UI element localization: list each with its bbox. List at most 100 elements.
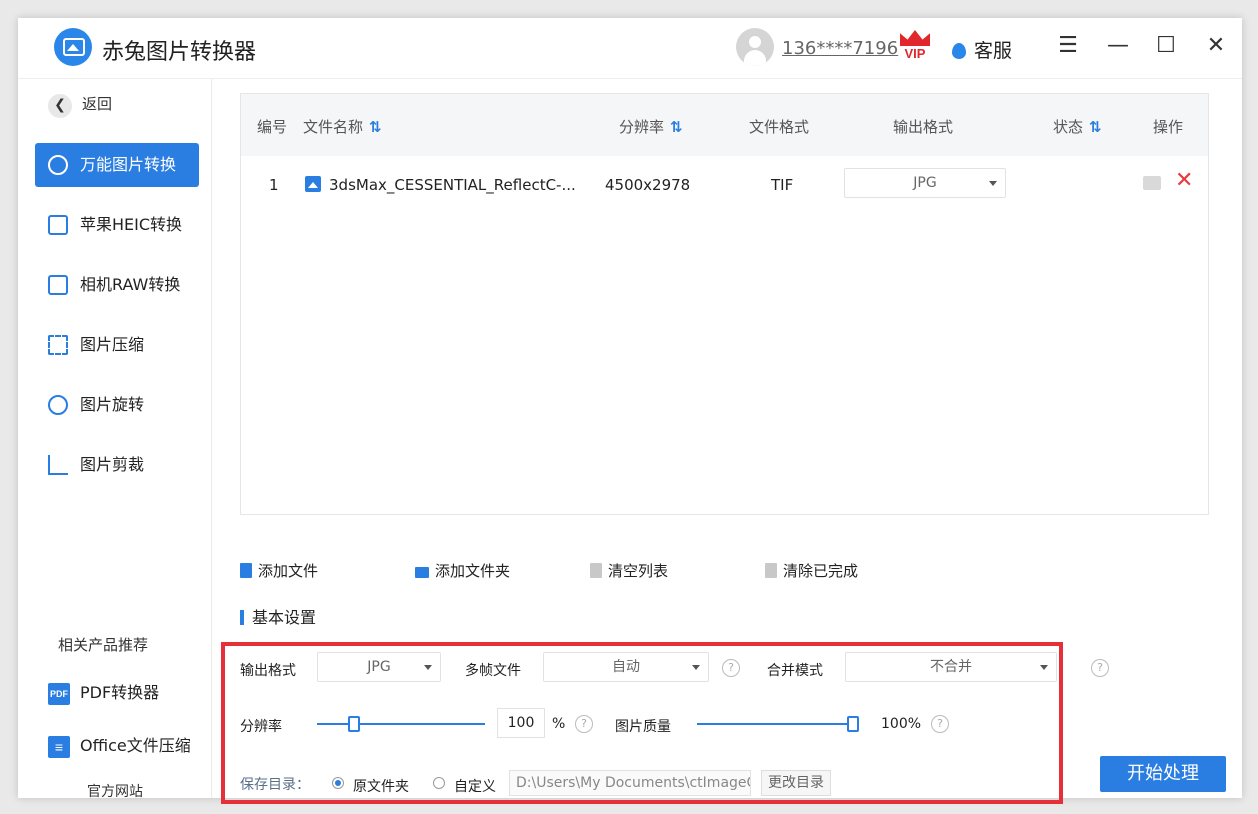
merge-mode-select[interactable]: 不合并 xyxy=(845,652,1057,682)
app-window: 赤兔图片转换器 136****7196 VIP 客服 ☰ — ☐ ✕ ❮ 返回 万… xyxy=(18,18,1242,804)
office-icon: ≡ xyxy=(48,735,70,758)
save-path-input[interactable]: D:\Users\My Documents\ctImageC xyxy=(509,770,751,796)
rotate-icon xyxy=(48,395,68,415)
folder-icon xyxy=(415,567,429,578)
table-row[interactable]: 1 3dsMax_CESSENTIAL_ReflectC-... 4500x29… xyxy=(241,156,1208,214)
resolution-input[interactable]: 100 xyxy=(497,708,545,738)
broom-icon xyxy=(765,563,777,578)
add-file-button[interactable]: 添加文件 xyxy=(240,560,318,581)
merge-mode-label: 合并模式 xyxy=(767,663,823,679)
sidebar-item-label: 图片压缩 xyxy=(80,335,145,354)
resolution-label: 分辨率 xyxy=(240,719,282,735)
maximize-button[interactable]: ☐ xyxy=(1154,34,1178,58)
menu-icon[interactable]: ☰ xyxy=(1056,34,1080,58)
header-output: 输出格式 xyxy=(893,118,954,136)
sidebar: ❮ 返回 万能图片转换 苹果HEIC转换 相机RAW转换 图片压缩 图片旋转 图片… xyxy=(18,79,212,801)
delete-icon[interactable]: ✕ xyxy=(1175,168,1193,193)
raw-icon xyxy=(48,275,68,295)
row-index: 1 xyxy=(269,176,279,194)
sidebar-item-rotate[interactable]: 图片旋转 xyxy=(35,383,199,427)
minimize-button[interactable]: — xyxy=(1106,34,1130,58)
main-content: 编号 文件名称 ⇅ 分辨率 ⇅ 文件格式 输出格式 状态 ⇅ 操作 1 3dsMax_… xyxy=(212,79,1242,804)
official-site-link[interactable]: 官方网站 xyxy=(87,781,143,801)
vip-label: VIP xyxy=(904,46,926,61)
office-compress-link[interactable]: ≡ Office文件压缩 xyxy=(48,732,191,758)
open-folder-icon[interactable] xyxy=(1143,176,1161,190)
chevron-down-icon xyxy=(1040,665,1048,670)
sidebar-item-compress[interactable]: 图片压缩 xyxy=(35,323,199,367)
service-icon xyxy=(952,43,966,59)
sort-icon: ⇅ xyxy=(670,118,683,136)
sort-icon: ⇅ xyxy=(1089,118,1102,136)
resolution-slider[interactable] xyxy=(317,716,485,732)
change-dir-button[interactable]: 更改目录 xyxy=(761,770,831,796)
add-folder-button[interactable]: 添加文件夹 xyxy=(415,560,510,581)
sidebar-item-crop[interactable]: 图片剪裁 xyxy=(35,443,199,487)
quality-slider-thumb[interactable] xyxy=(847,716,859,732)
multiframe-select[interactable]: 自动 xyxy=(543,652,709,682)
product-label: Office文件压缩 xyxy=(80,736,191,755)
back-label: 返回 xyxy=(82,95,113,113)
user-phone-link[interactable]: 136****7196 xyxy=(782,38,898,59)
clear-list-button[interactable]: 清空列表 xyxy=(590,560,668,581)
header-actions: 操作 xyxy=(1153,118,1184,136)
vip-badge[interactable]: VIP xyxy=(898,30,932,64)
customer-service-button[interactable]: 客服 xyxy=(952,36,1012,63)
pdf-converter-link[interactable]: PDF PDF转换器 xyxy=(48,679,159,705)
title-bar: 赤兔图片转换器 136****7196 VIP 客服 ☰ — ☐ ✕ xyxy=(18,18,1242,79)
image-file-icon xyxy=(305,176,321,192)
save-dir-label: 保存目录： xyxy=(240,777,310,793)
crop-icon xyxy=(48,455,68,475)
product-label: PDF转换器 xyxy=(80,683,160,702)
header-format: 文件格式 xyxy=(749,118,810,136)
resolution-unit: % xyxy=(552,716,566,732)
sidebar-item-heic[interactable]: 苹果HEIC转换 xyxy=(35,203,199,247)
clear-done-button[interactable]: 清除已完成 xyxy=(765,560,858,581)
sidebar-item-raw[interactable]: 相机RAW转换 xyxy=(35,263,199,307)
quality-label: 图片质量 xyxy=(615,719,671,735)
service-label: 客服 xyxy=(974,40,1013,62)
help-icon[interactable]: ? xyxy=(1091,659,1109,677)
row-filename: 3dsMax_CESSENTIAL_ReflectC-... xyxy=(305,176,576,194)
close-button[interactable]: ✕ xyxy=(1204,34,1228,58)
help-icon[interactable]: ? xyxy=(575,715,593,733)
pdf-icon: PDF xyxy=(48,682,70,705)
radio-original-folder[interactable] xyxy=(332,777,344,789)
output-format-select[interactable]: JPG xyxy=(317,652,441,682)
back-button[interactable]: ❮ 返回 xyxy=(48,93,112,118)
sidebar-item-label: 相机RAW转换 xyxy=(80,275,181,294)
header-status[interactable]: 状态 ⇅ xyxy=(1053,116,1102,137)
help-icon[interactable]: ? xyxy=(931,715,949,733)
header-index: 编号 xyxy=(257,118,288,136)
table-header: 编号 文件名称 ⇅ 分辨率 ⇅ 文件格式 输出格式 状态 ⇅ 操作 xyxy=(241,94,1208,156)
image-convert-icon xyxy=(48,155,68,175)
compress-icon xyxy=(48,335,68,355)
sidebar-item-label: 万能图片转换 xyxy=(80,155,177,174)
row-output-format-select[interactable]: JPG xyxy=(844,168,1006,198)
resolution-slider-thumb[interactable] xyxy=(348,716,360,732)
clipboard-icon xyxy=(240,563,252,578)
chevron-down-icon xyxy=(989,181,997,186)
radio-original-label[interactable]: 原文件夹 xyxy=(353,776,409,796)
heic-icon xyxy=(48,215,68,235)
related-products-title: 相关产品推荐 xyxy=(58,636,149,654)
radio-custom-label[interactable]: 自定义 xyxy=(454,776,496,796)
sidebar-item-label: 图片旋转 xyxy=(80,395,145,414)
broom-icon xyxy=(590,563,602,578)
start-processing-button[interactable]: 开始处理 xyxy=(1100,756,1226,792)
app-logo-icon xyxy=(54,28,92,66)
header-resolution[interactable]: 分辨率 ⇅ xyxy=(619,116,683,137)
help-icon[interactable]: ? xyxy=(722,659,740,677)
app-title: 赤兔图片转换器 xyxy=(102,40,257,65)
row-resolution: 4500x2978 xyxy=(605,176,691,194)
avatar[interactable] xyxy=(736,28,774,66)
quality-slider[interactable] xyxy=(697,716,859,732)
radio-custom-folder[interactable] xyxy=(433,777,445,789)
chevron-left-icon: ❮ xyxy=(48,94,72,118)
file-table: 编号 文件名称 ⇅ 分辨率 ⇅ 文件格式 输出格式 状态 ⇅ 操作 1 3dsMax_… xyxy=(240,93,1209,515)
row-format: TIF xyxy=(771,176,794,194)
sidebar-item-image-convert[interactable]: 万能图片转换 xyxy=(35,143,199,187)
basic-settings-title: 基本设置 xyxy=(240,604,316,628)
header-filename[interactable]: 文件名称 ⇅ xyxy=(303,116,382,137)
settings-panel: 输出格式 JPG 多帧文件 自动 ? 合并模式 不合并 分辨率 100 % ? … xyxy=(221,642,1063,804)
